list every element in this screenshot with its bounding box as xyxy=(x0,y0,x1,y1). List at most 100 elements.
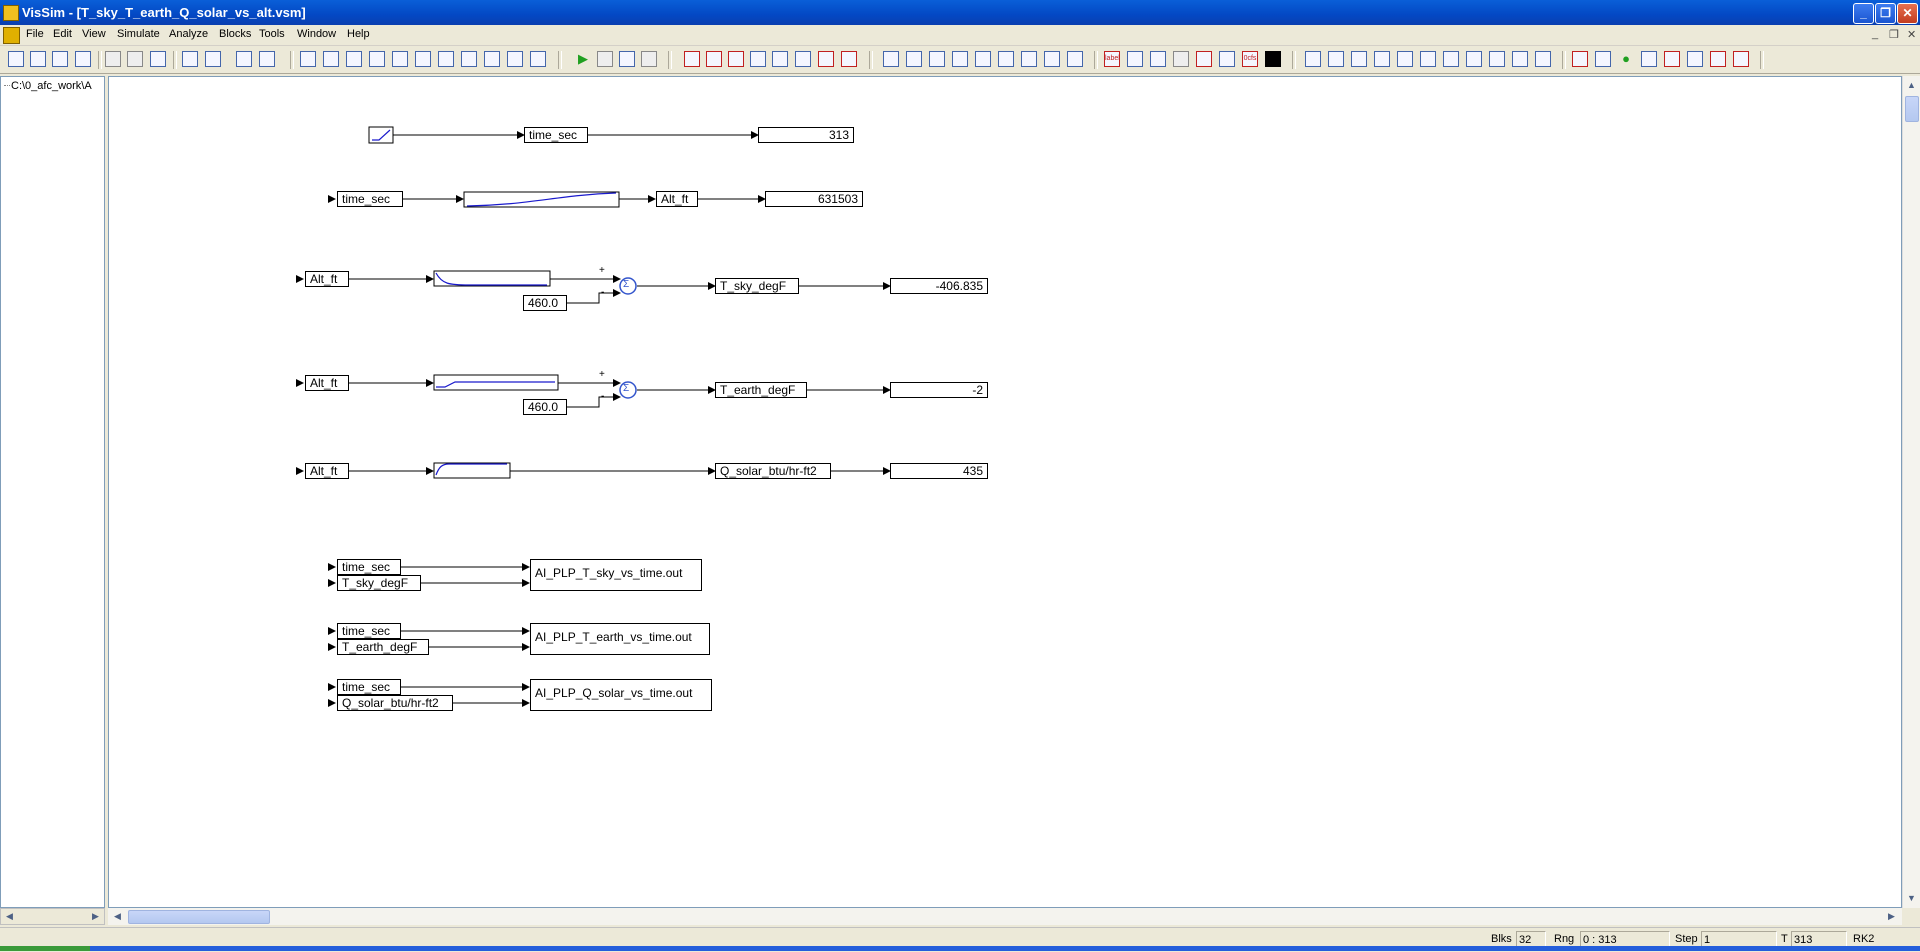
variable-block-alt-ft[interactable]: Alt_ft xyxy=(305,271,349,287)
ocfs-button[interactable]: 0cfs xyxy=(1242,51,1258,67)
export-block-t-sky-file[interactable]: AI_PLP_T_sky_vs_time.out xyxy=(530,559,702,591)
scope-tool-8-icon[interactable] xyxy=(1733,51,1749,67)
pause-icon[interactable] xyxy=(597,51,613,67)
scroll-left-icon[interactable]: ◀ xyxy=(110,909,125,924)
sig-tool-9-icon[interactable] xyxy=(1489,51,1505,67)
color-swatch-icon[interactable] xyxy=(1265,51,1281,67)
sig-tool-5-icon[interactable] xyxy=(1397,51,1413,67)
menu-window[interactable]: Window xyxy=(297,28,336,40)
scope-tool-6-icon[interactable] xyxy=(1687,51,1703,67)
io-tool-1-icon[interactable] xyxy=(883,51,899,67)
block-tool-5-icon[interactable] xyxy=(392,51,408,67)
horizontal-scroll-thumb[interactable] xyxy=(128,910,270,924)
io-tool-5-icon[interactable] xyxy=(975,51,991,67)
menu-view[interactable]: View xyxy=(82,28,106,40)
block-tool-10-icon[interactable] xyxy=(507,51,523,67)
export-block-q-solar-file[interactable]: AI_PLP_Q_solar_vs_time.out xyxy=(530,679,712,711)
variable-block-t-sky-degf[interactable]: T_sky_degF xyxy=(715,278,799,294)
variable-block-t-earth-degf[interactable]: T_earth_degF xyxy=(337,639,429,655)
variable-block-time-sec[interactable]: time_sec xyxy=(337,191,403,207)
tree-root-path[interactable]: C:\0_afc_work\A xyxy=(11,80,103,92)
annot-tool-2-icon[interactable] xyxy=(1150,51,1166,67)
block-tool-9-icon[interactable] xyxy=(484,51,500,67)
op-tool-4-icon[interactable] xyxy=(750,51,766,67)
close-button[interactable]: ✕ xyxy=(1897,3,1918,24)
variable-block-time-sec[interactable]: time_sec xyxy=(524,127,588,143)
display-block-t-sky[interactable]: -406.835 xyxy=(890,278,988,294)
canvas-horizontal-scrollbar[interactable]: ◀ ▶ xyxy=(108,908,1902,925)
print-icon[interactable] xyxy=(75,51,91,67)
menu-edit[interactable]: Edit xyxy=(53,28,72,40)
scope-tool-5-icon[interactable] xyxy=(1664,51,1680,67)
variable-block-q-solar[interactable]: Q_solar_btu/hr-ft2 xyxy=(715,463,831,479)
scope-tool-2-icon[interactable] xyxy=(1595,51,1611,67)
block-tool-8-icon[interactable] xyxy=(461,51,477,67)
copy-icon[interactable] xyxy=(127,51,143,67)
sig-tool-10-icon[interactable] xyxy=(1512,51,1528,67)
annot-tool-5-icon[interactable] xyxy=(1219,51,1235,67)
maximize-button[interactable]: ❐ xyxy=(1875,3,1896,24)
label-button[interactable]: label xyxy=(1104,51,1120,67)
sig-tool-8-icon[interactable] xyxy=(1466,51,1482,67)
io-tool-9-icon[interactable] xyxy=(1067,51,1083,67)
scroll-up-icon[interactable]: ▲ xyxy=(1904,78,1919,93)
annot-tool-1-icon[interactable] xyxy=(1127,51,1143,67)
block-tool-2-icon[interactable] xyxy=(323,51,339,67)
scope-tool-1-icon[interactable] xyxy=(1572,51,1588,67)
canvas-vertical-scrollbar[interactable]: ▲ ▼ xyxy=(1902,76,1920,908)
variable-block-time-sec[interactable]: time_sec xyxy=(337,559,401,575)
sig-tool-2-icon[interactable] xyxy=(1328,51,1344,67)
scroll-left-icon[interactable]: ◀ xyxy=(2,909,17,924)
constant-block-460[interactable]: 460.0 xyxy=(523,295,567,311)
io-tool-7-icon[interactable] xyxy=(1021,51,1037,67)
io-tool-6-icon[interactable] xyxy=(998,51,1014,67)
display-block-t-earth[interactable]: -2 xyxy=(890,382,988,398)
disconnect-wire-icon[interactable] xyxy=(205,51,221,67)
op-tool-3-icon[interactable] xyxy=(728,51,744,67)
step-icon[interactable] xyxy=(619,51,635,67)
op-tool-5-icon[interactable] xyxy=(772,51,788,67)
io-tool-4-icon[interactable] xyxy=(952,51,968,67)
mdi-minimize-button[interactable]: _ xyxy=(1872,28,1878,40)
io-tool-3-icon[interactable] xyxy=(929,51,945,67)
connect-wire-icon[interactable] xyxy=(182,51,198,67)
mdi-restore-button[interactable]: ❐ xyxy=(1889,28,1899,41)
scroll-down-icon[interactable]: ▼ xyxy=(1904,891,1919,906)
block-tool-3-icon[interactable] xyxy=(346,51,362,67)
display-block-time[interactable]: 313 xyxy=(758,127,854,143)
block-tool-6-icon[interactable] xyxy=(415,51,431,67)
paste-icon[interactable] xyxy=(150,51,166,67)
menu-file[interactable]: File xyxy=(26,28,44,40)
menu-tools[interactable]: Tools xyxy=(259,28,285,40)
variable-block-alt-ft[interactable]: Alt_ft xyxy=(305,375,349,391)
display-block-altitude[interactable]: 631503 xyxy=(765,191,863,207)
sig-tool-1-icon[interactable] xyxy=(1305,51,1321,67)
save-icon[interactable] xyxy=(52,51,68,67)
annot-tool-4-icon[interactable] xyxy=(1196,51,1212,67)
variable-block-time-sec[interactable]: time_sec xyxy=(337,679,401,695)
variable-block-t-sky-degf[interactable]: T_sky_degF xyxy=(337,575,421,591)
cut-icon[interactable] xyxy=(105,51,121,67)
annot-tool-3-icon[interactable] xyxy=(1173,51,1189,67)
menu-help[interactable]: Help xyxy=(347,28,370,40)
sig-tool-4-icon[interactable] xyxy=(1374,51,1390,67)
play-icon[interactable]: ▶ xyxy=(575,51,591,67)
continue-icon[interactable] xyxy=(641,51,657,67)
op-tool-2-icon[interactable] xyxy=(706,51,722,67)
scope-tool-3-icon[interactable]: ● xyxy=(1618,51,1634,67)
open-folder-icon[interactable] xyxy=(30,51,46,67)
diagram-canvas[interactable]: time_sec 313 time_sec Alt_ft 631503 Alt_… xyxy=(108,76,1902,908)
variable-block-alt-ft[interactable]: Alt_ft xyxy=(305,463,349,479)
sig-tool-7-icon[interactable] xyxy=(1443,51,1459,67)
op-tool-7-icon[interactable] xyxy=(818,51,834,67)
scroll-right-icon[interactable]: ▶ xyxy=(88,909,103,924)
flip-up-icon[interactable] xyxy=(236,51,252,67)
op-tool-1-icon[interactable] xyxy=(684,51,700,67)
op-tool-8-icon[interactable] xyxy=(841,51,857,67)
new-file-icon[interactable] xyxy=(8,51,24,67)
block-tool-11-icon[interactable] xyxy=(530,51,546,67)
io-tool-8-icon[interactable] xyxy=(1044,51,1060,67)
mdi-close-button[interactable]: ✕ xyxy=(1907,28,1916,41)
block-tool-4-icon[interactable] xyxy=(369,51,385,67)
sig-tool-6-icon[interactable] xyxy=(1420,51,1436,67)
